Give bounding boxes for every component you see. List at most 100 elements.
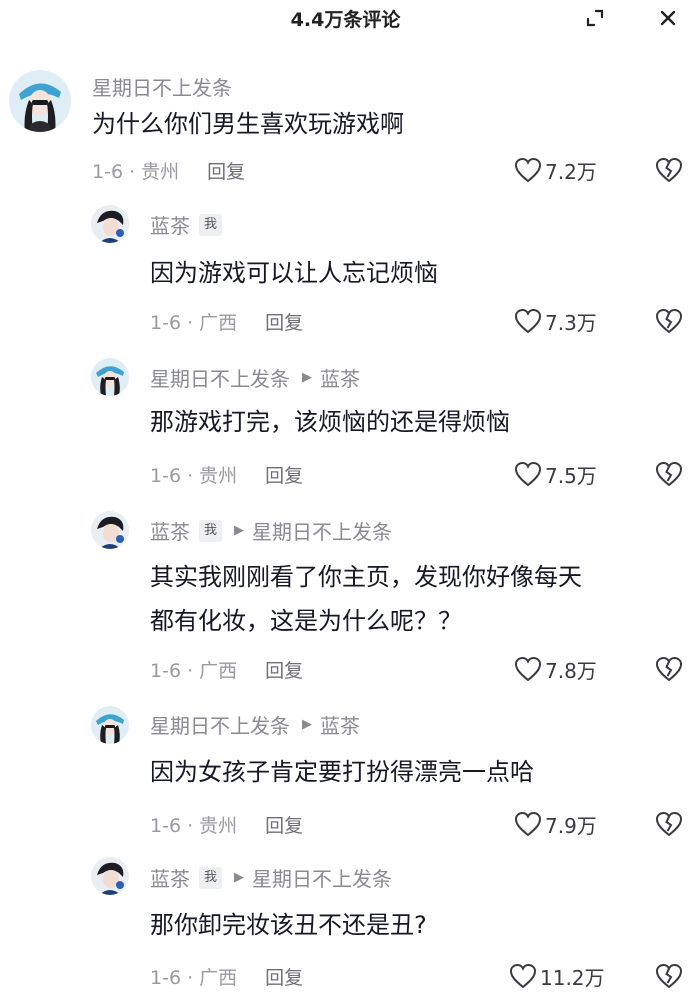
reply-button[interactable]: 回复 [207, 157, 245, 184]
close-button[interactable] [654, 4, 682, 32]
heart-icon [514, 157, 542, 183]
author-name[interactable]: 星期日不上发条 [92, 72, 232, 101]
avatar[interactable] [9, 70, 71, 132]
date-location: 1-6 · 广西 [150, 659, 238, 682]
dislike-button[interactable] [654, 459, 684, 489]
reply-item: 蓝茶 我 因为游戏可以让人忘记烦恼 1-6 · 广西 回复 7.3万 [0, 205, 691, 335]
heart-icon [514, 308, 542, 334]
comment-meta: 星期日不上发条 ▶ 蓝茶 [150, 710, 360, 739]
heart-icon [514, 656, 542, 682]
dislike-button[interactable] [654, 809, 684, 839]
me-badge: 我 [199, 213, 223, 236]
date-location: 1-6 · 贵州 [92, 160, 180, 183]
comments-panel: 4.4万条评论 星期日不上发条 为什么你们男生喜欢玩游戏啊 1-6 · 贵州 回… [0, 0, 691, 1000]
broken-heart-icon [655, 656, 683, 682]
comment-meta: 星期日不上发条 ▶ 蓝茶 [150, 363, 360, 392]
reply-button[interactable]: 回复 [265, 811, 303, 838]
comment-meta: 蓝茶 我 ▶ 星期日不上发条 [150, 516, 392, 545]
broken-heart-icon [655, 461, 683, 487]
author-name[interactable]: 蓝茶 [150, 516, 190, 545]
reply-item: 星期日不上发条 ▶ 蓝茶 因为女孩子肯定要打扮得漂亮一点哈 1-6 · 贵州 回… [0, 706, 691, 839]
like-button[interactable]: 7.5万 [514, 459, 597, 489]
like-button[interactable]: 7.2万 [514, 155, 597, 185]
comment-footer: 1-6 · 贵州 回复 [150, 459, 303, 489]
date-location: 1-6 · 广西 [150, 311, 238, 334]
comment-footer: 1-6 · 广西 回复 [150, 654, 303, 684]
comment-text: 那你卸完妆该丑不还是丑? [150, 911, 427, 939]
broken-heart-icon [655, 157, 683, 183]
like-button[interactable]: 7.8万 [514, 654, 597, 684]
comment-meta: 蓝茶 我 [150, 210, 223, 239]
avatar-girl-icon [91, 706, 129, 744]
reply-item: 蓝茶 我 ▶ 星期日不上发条 其实我刚刚看了你主页，发现你好像每天 都有化妆，这… [0, 511, 691, 686]
dislike-button[interactable] [654, 961, 684, 991]
expand-button[interactable] [581, 4, 609, 32]
me-badge: 我 [199, 866, 223, 889]
comment-meta: 蓝茶 我 ▶ 星期日不上发条 [150, 863, 392, 892]
comment-meta: 星期日不上发条 [92, 72, 232, 101]
date-location: 1-6 · 贵州 [150, 814, 238, 837]
avatar[interactable] [91, 205, 129, 243]
dislike-button[interactable] [654, 155, 684, 185]
close-icon [660, 10, 676, 26]
broken-heart-icon [655, 811, 683, 837]
reply-arrow-icon: ▶ [302, 717, 312, 732]
dislike-button[interactable] [654, 306, 684, 336]
comment-footer: 1-6 · 贵州 回复 [92, 155, 245, 185]
date-location: 1-6 · 广西 [150, 966, 238, 989]
avatar-girl-icon [91, 358, 129, 396]
comment-item: 星期日不上发条 为什么你们男生喜欢玩游戏啊 1-6 · 贵州 回复 7.2万 [0, 70, 691, 190]
broken-heart-icon [655, 963, 683, 989]
comment-text: 因为游戏可以让人忘记烦恼 [150, 259, 438, 287]
avatar[interactable] [91, 511, 129, 549]
avatar-girl-icon [9, 70, 71, 132]
like-count: 7.8万 [545, 658, 597, 683]
comment-text: 为什么你们男生喜欢玩游戏啊 [92, 110, 404, 138]
reply-button[interactable]: 回复 [265, 963, 303, 990]
avatar[interactable] [91, 706, 129, 744]
like-button[interactable]: 7.9万 [514, 809, 597, 839]
reply-target-name[interactable]: 蓝茶 [320, 710, 360, 739]
heart-icon [509, 963, 537, 989]
comment-text-line: 其实我刚刚看了你主页，发现你好像每天 [150, 563, 582, 591]
comment-footer: 1-6 · 广西 回复 [150, 306, 303, 336]
like-count: 7.2万 [545, 159, 597, 184]
reply-button[interactable]: 回复 [265, 656, 303, 683]
expand-icon [586, 9, 604, 27]
dislike-button[interactable] [654, 654, 684, 684]
author-name[interactable]: 星期日不上发条 [150, 710, 290, 739]
comment-text: 那游戏打完，该烦恼的还是得烦恼 [150, 408, 510, 436]
comment-footer: 1-6 · 广西 回复 [150, 961, 303, 991]
reply-arrow-icon: ▶ [302, 370, 312, 385]
comment-text: 因为女孩子肯定要打扮得漂亮一点哈 [150, 758, 534, 786]
reply-target-name[interactable]: 星期日不上发条 [252, 516, 392, 545]
reply-item: 蓝茶 我 ▶ 星期日不上发条 那你卸完妆该丑不还是丑? 1-6 · 广西 回复 … [0, 857, 691, 992]
comments-header: 4.4万条评论 [0, 0, 691, 38]
author-name[interactable]: 蓝茶 [150, 863, 190, 892]
like-count: 7.9万 [545, 813, 597, 838]
like-count: 11.2万 [540, 965, 605, 990]
broken-heart-icon [655, 308, 683, 334]
me-badge: 我 [199, 519, 223, 542]
reply-button[interactable]: 回复 [265, 308, 303, 335]
reply-target-name[interactable]: 蓝茶 [320, 363, 360, 392]
reply-arrow-icon: ▶ [234, 523, 245, 538]
avatar[interactable] [91, 358, 129, 396]
reply-item: 星期日不上发条 ▶ 蓝茶 那游戏打完，该烦恼的还是得烦恼 1-6 · 贵州 回复… [0, 358, 691, 488]
heart-icon [514, 811, 542, 837]
reply-button[interactable]: 回复 [265, 461, 303, 488]
avatar-boy-icon [91, 205, 129, 243]
like-button[interactable]: 7.3万 [514, 306, 597, 336]
reply-target-name[interactable]: 星期日不上发条 [252, 863, 392, 892]
avatar[interactable] [91, 857, 129, 895]
author-name[interactable]: 星期日不上发条 [150, 363, 290, 392]
date-location: 1-6 · 贵州 [150, 464, 238, 487]
avatar-boy-icon [91, 511, 129, 549]
avatar-boy-icon [91, 857, 129, 895]
like-count: 7.3万 [545, 310, 597, 335]
reply-arrow-icon: ▶ [234, 870, 245, 885]
comment-footer: 1-6 · 贵州 回复 [150, 809, 303, 839]
like-count: 7.5万 [545, 463, 597, 488]
author-name[interactable]: 蓝茶 [150, 210, 190, 239]
like-button[interactable]: 11.2万 [509, 961, 605, 991]
